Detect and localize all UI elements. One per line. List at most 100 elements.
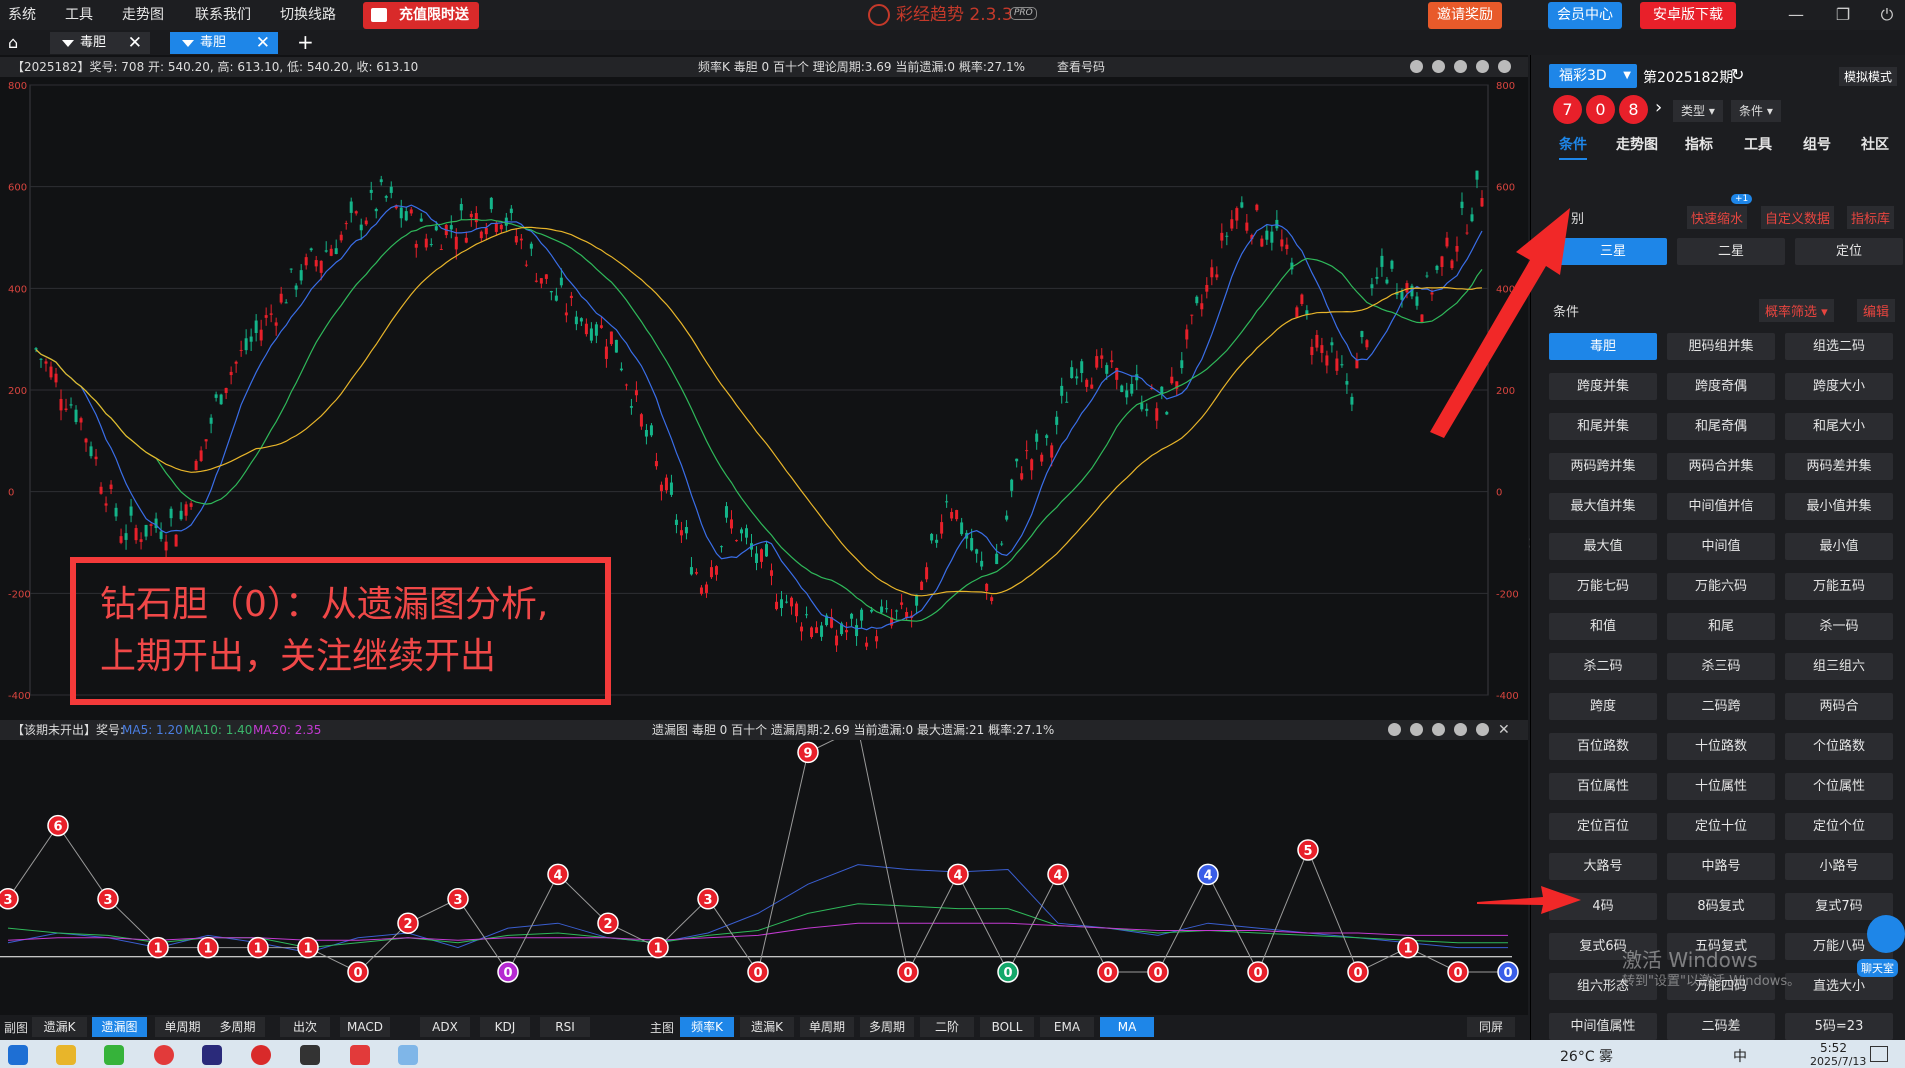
condition-button[interactable]: 中间值并信 [1667, 493, 1775, 520]
menu-trend[interactable]: 走势图 [122, 4, 164, 26]
condition-button[interactable]: 小路号 [1785, 853, 1893, 880]
condition-button[interactable]: 跨度奇偶 [1667, 373, 1775, 400]
condition-button[interactable]: 最大值 [1549, 533, 1657, 560]
caijing-icon[interactable] [251, 1045, 271, 1065]
condition-button[interactable]: 杀二码 [1549, 653, 1657, 680]
condition-button[interactable]: 和尾大小 [1785, 413, 1893, 440]
settings-icon[interactable] [1498, 60, 1511, 73]
condition-button[interactable]: 两码跨并集 [1549, 453, 1657, 480]
refresh-icon[interactable]: ↻ [1731, 65, 1744, 84]
home-icon[interactable]: ⌂ [8, 33, 30, 53]
tab-close-icon[interactable]: ✕ [128, 32, 142, 54]
down-icon[interactable] [1476, 60, 1489, 73]
restore-icon[interactable]: ❐ [1832, 5, 1854, 25]
quick-shrink-button[interactable]: 快速缩水 [1687, 206, 1748, 229]
ime-label[interactable]: 中 [1733, 1046, 1747, 1066]
vip-center-button[interactable]: 会员中心 [1548, 2, 1622, 29]
close-icon[interactable]: ✕ [1498, 720, 1510, 740]
condition-button[interactable]: 两码合 [1785, 693, 1893, 720]
invite-reward-button[interactable]: 邀请奖励 [1428, 2, 1502, 29]
add-tab-icon[interactable]: + [297, 30, 314, 54]
menu-contact[interactable]: 联系我们 [195, 4, 251, 26]
sub-chart-btn[interactable]: 出次 [280, 1017, 330, 1037]
condition-button[interactable]: 跨度 [1549, 693, 1657, 720]
condition-button[interactable]: 两码合并集 [1667, 453, 1775, 480]
lookup-number-link[interactable]: 查看号码 [1057, 57, 1105, 77]
indicator-lib-button[interactable]: 指标库 [1847, 206, 1895, 229]
omission-chart[interactable]: 36311110230421309100404004050100 [0, 740, 1528, 1015]
condition-button[interactable]: 十位属性 [1667, 773, 1775, 800]
sub-chart-btn[interactable]: 多周期 [210, 1017, 265, 1037]
sub-chart-btn[interactable]: KDJ [480, 1017, 530, 1037]
minimize-icon[interactable]: — [1785, 5, 1807, 25]
condition-button[interactable]: 个位属性 [1785, 773, 1893, 800]
qq-icon[interactable] [300, 1045, 320, 1065]
condition-button[interactable]: 中路号 [1667, 853, 1775, 880]
condition-button[interactable]: 万能六码 [1667, 573, 1775, 600]
condition-button[interactable]: 跨度大小 [1785, 373, 1893, 400]
tab-combine[interactable]: 组号 [1803, 130, 1831, 160]
tab-community[interactable]: 社区 [1861, 130, 1889, 160]
condition-button[interactable]: 中间值属性 [1549, 1013, 1657, 1040]
type-select[interactable]: 类型 ▾ [1673, 100, 1723, 122]
condition-button[interactable]: 最大值并集 [1549, 493, 1657, 520]
condition-button[interactable]: 百位路数 [1549, 733, 1657, 760]
tab-indicator[interactable]: 指标 [1685, 130, 1713, 160]
menu-tools[interactable]: 工具 [65, 4, 93, 26]
pen-icon[interactable] [1410, 60, 1423, 73]
condition-button[interactable]: 最小值 [1785, 533, 1893, 560]
windows-start-icon[interactable] [8, 1045, 28, 1065]
condition-button[interactable]: 和尾 [1667, 613, 1775, 640]
pos-position[interactable]: 定位 [1795, 238, 1903, 265]
condition-button[interactable]: 最小值并集 [1785, 493, 1893, 520]
condition-button[interactable]: 直选大小 [1785, 973, 1893, 1000]
condition-button[interactable]: 5码=23 [1785, 1013, 1893, 1040]
explorer-icon[interactable] [56, 1045, 76, 1065]
up-icon[interactable] [1432, 723, 1445, 736]
down-icon[interactable] [1454, 723, 1467, 736]
custom-data-button[interactable]: 自定义数据 [1761, 206, 1835, 229]
sub-chart-btn[interactable]: 遗漏图 [92, 1017, 147, 1037]
menu-system[interactable]: 系统 [8, 4, 36, 26]
app-icon[interactable] [202, 1045, 222, 1065]
tab-tools[interactable]: 工具 [1744, 130, 1772, 160]
condition-button[interactable]: 杀一码 [1785, 613, 1893, 640]
condition-button[interactable]: 万能五码 [1785, 573, 1893, 600]
probability-filter-select[interactable]: 概率筛选 ▾ [1759, 299, 1834, 322]
condition-button[interactable]: 组三组六 [1785, 653, 1893, 680]
condition-button[interactable]: 组选二码 [1785, 333, 1893, 360]
condition-button[interactable]: 中间值 [1667, 533, 1775, 560]
condition-button[interactable]: 二码差 [1667, 1013, 1775, 1040]
main-chart-btn[interactable]: MA [1100, 1017, 1154, 1037]
condition-select[interactable]: 条件 ▾ [1731, 100, 1781, 122]
sub-chart-btn[interactable]: ADX [420, 1017, 470, 1037]
chevron-right-icon[interactable]: › [1655, 97, 1662, 118]
pin-icon[interactable] [1388, 723, 1401, 736]
condition-button[interactable]: 8码复式 [1667, 893, 1775, 920]
main-chart-btn[interactable]: 单周期 [800, 1017, 854, 1037]
condition-button[interactable]: 个位路数 [1785, 733, 1893, 760]
android-download-button[interactable]: 安卓版下载 [1640, 2, 1736, 29]
condition-button[interactable]: 两码差并集 [1785, 453, 1893, 480]
edit-button[interactable]: 编辑 [1857, 299, 1896, 322]
notification-icon[interactable] [1870, 1046, 1888, 1062]
notes-icon[interactable] [398, 1045, 418, 1065]
main-chart-btn[interactable]: BOLL [980, 1017, 1034, 1037]
main-chart-btn[interactable]: 多周期 [860, 1017, 914, 1037]
condition-button[interactable]: 杀三码 [1667, 653, 1775, 680]
recharge-promo-button[interactable]: 充值限时送 [363, 2, 479, 29]
chat-room-button[interactable]: 聊天室 [1857, 959, 1898, 977]
sub-chart-btn[interactable]: 遗漏K [32, 1017, 87, 1037]
up-icon[interactable] [1454, 60, 1467, 73]
wechat-icon[interactable] [104, 1045, 124, 1065]
simulate-mode-button[interactable]: 模拟模式 [1839, 67, 1898, 86]
lottery-select[interactable]: 福彩3D ▼ [1549, 64, 1637, 88]
settings-icon[interactable] [1476, 723, 1489, 736]
condition-button[interactable]: 和值 [1549, 613, 1657, 640]
pos-two-star[interactable]: 二星 [1677, 238, 1785, 265]
condition-button[interactable]: 胆码组并集 [1667, 333, 1775, 360]
close-icon[interactable]: ⏻ [1876, 5, 1898, 25]
sub-chart-btn[interactable]: 单周期 [155, 1017, 210, 1037]
condition-button[interactable]: 万能七码 [1549, 573, 1657, 600]
menu-switch-line[interactable]: 切换线路 [280, 4, 336, 26]
